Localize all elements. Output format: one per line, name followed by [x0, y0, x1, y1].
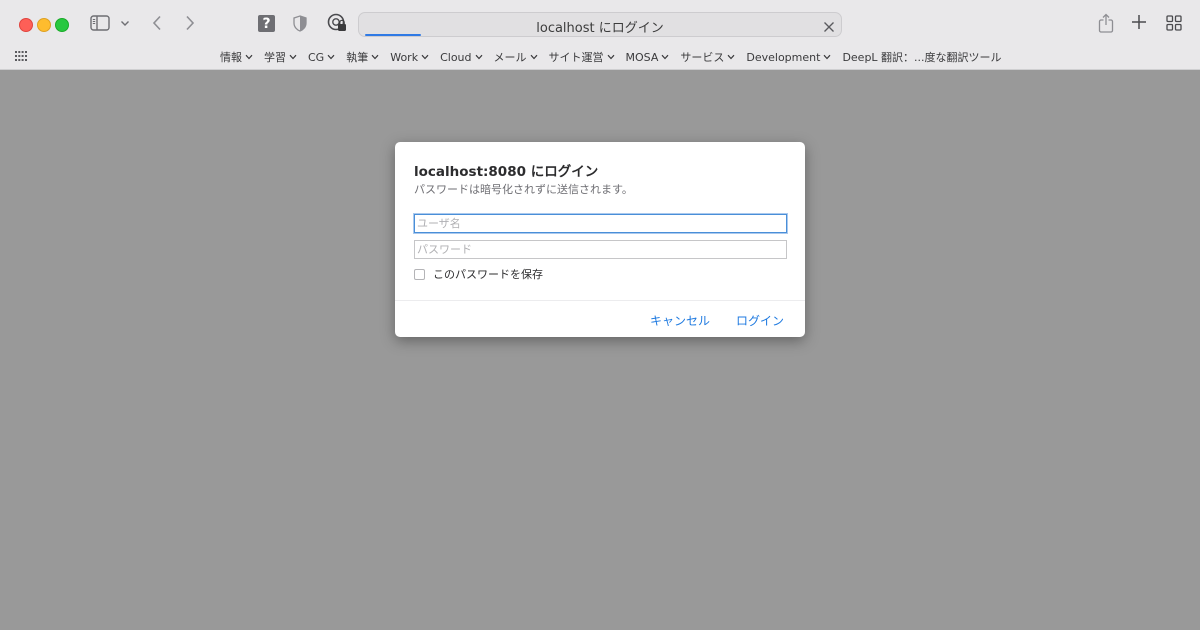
bookmark-folder[interactable]: 執筆	[346, 49, 379, 65]
apps-grid-icon[interactable]	[15, 51, 27, 61]
chevron-down-icon	[727, 54, 735, 60]
bookmark-folder[interactable]: Work	[390, 51, 429, 64]
bookmark-label: Development	[746, 50, 821, 64]
bookmark-label: 執筆	[346, 51, 369, 64]
bookmark-label: 学習	[264, 51, 286, 64]
password-manager-icon[interactable]	[327, 13, 347, 33]
bookmark-label: Work	[390, 50, 419, 64]
save-password-label: このパスワードを保存	[433, 268, 543, 281]
chevron-down-icon[interactable]	[119, 17, 131, 29]
chevron-down-icon	[661, 54, 669, 60]
stop-loading-icon[interactable]	[823, 18, 835, 32]
bookmark-folder[interactable]: MOSA	[626, 51, 670, 64]
chevron-right-icon[interactable]	[183, 13, 197, 33]
page-load-progress	[365, 34, 421, 36]
bookmark-folder[interactable]: サービス	[680, 49, 735, 65]
cancel-button[interactable]: キャンセル	[650, 312, 710, 329]
save-password-checkbox[interactable]	[414, 268, 425, 280]
question-icon[interactable]: ?	[258, 15, 275, 32]
window-minimize-button[interactable]	[37, 18, 51, 32]
chevron-down-icon	[475, 54, 482, 60]
username-input[interactable]	[414, 214, 787, 233]
chevron-down-icon	[421, 54, 429, 60]
chevron-down-icon	[530, 54, 537, 60]
sidebar-icon[interactable]	[90, 14, 110, 32]
chevron-down-icon	[245, 54, 253, 60]
dialog-subtitle: パスワードは暗号化されずに送信されます。	[414, 183, 633, 196]
dialog-title: localhost:8080 にログイン	[414, 164, 599, 180]
browser-window: ? localhost にログイン 情報 学習 CG 執筆 Work Cloud…	[0, 0, 1200, 630]
address-bar[interactable]: localhost にログイン	[358, 12, 842, 37]
bookmark-label: MOSA	[625, 50, 659, 64]
bookmark-label: サイト運営	[548, 51, 604, 64]
bookmark-folder[interactable]: メール	[494, 49, 538, 65]
bookmark-folder[interactable]: サイト運営	[549, 49, 615, 65]
bookmark-label: メール	[493, 51, 527, 64]
chevron-down-icon	[823, 54, 831, 60]
browser-toolbar: ? localhost にログイン 情報 学習 CG 執筆 Work Cloud…	[0, 0, 1200, 70]
save-password-row[interactable]: このパスワードを保存	[414, 266, 543, 282]
bookmark-folder[interactable]: 情報	[220, 49, 253, 65]
window-zoom-button[interactable]	[55, 18, 69, 32]
bookmarks-bar: 情報 学習 CG 執筆 Work Cloud メール サイト運営 MOSA サー…	[220, 49, 1013, 65]
chevron-left-icon[interactable]	[150, 13, 164, 33]
shield-icon[interactable]	[292, 14, 308, 32]
bookmark-label: サービス	[680, 51, 725, 64]
window-close-button[interactable]	[19, 18, 33, 32]
bookmark-label: 情報	[220, 51, 242, 64]
login-dialog: localhost:8080 にログイン パスワードは暗号化されずに送信されます…	[395, 142, 805, 337]
bookmark-folder[interactable]: Development	[746, 51, 831, 64]
bookmark-label: DeepL 翻訳：...度な翻訳ツール	[842, 51, 1002, 64]
bookmark-link[interactable]: DeepL 翻訳：...度な翻訳ツール	[842, 49, 1001, 65]
bookmark-label: Cloud	[440, 50, 472, 64]
address-bar-title: localhost にログイン	[536, 21, 664, 36]
chevron-down-icon	[371, 54, 379, 60]
bookmark-folder[interactable]: 学習	[264, 49, 297, 65]
password-input[interactable]	[414, 240, 787, 259]
chevron-down-icon	[289, 54, 297, 60]
plus-icon[interactable]	[1131, 14, 1147, 30]
bookmark-folder[interactable]: Cloud	[440, 51, 482, 64]
chevron-down-icon	[327, 54, 335, 60]
share-icon[interactable]	[1097, 12, 1114, 34]
bookmark-folder[interactable]: CG	[308, 51, 335, 64]
grid-icon[interactable]	[1166, 15, 1182, 31]
login-button[interactable]: ログイン	[736, 312, 784, 329]
bookmark-label: CG	[308, 50, 325, 64]
dialog-divider	[395, 300, 805, 301]
chevron-down-icon	[607, 54, 614, 60]
